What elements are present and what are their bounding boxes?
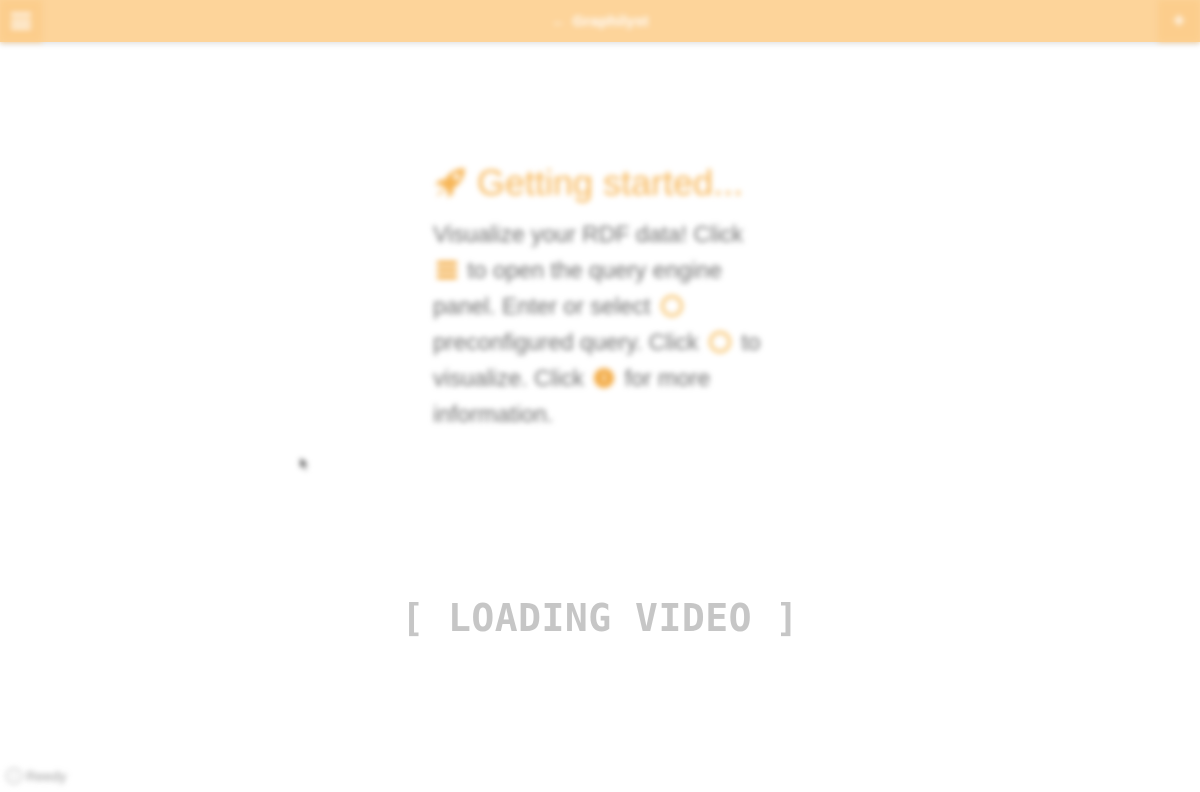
getting-started-heading: Getting started...	[433, 162, 768, 204]
loading-video-label: [ LOADING VIDEO ]	[401, 596, 799, 640]
arrow-left-icon: ←	[551, 12, 567, 30]
info-icon: i	[6, 768, 22, 784]
footer-label: Reedy	[26, 768, 67, 784]
rocket-icon	[435, 168, 465, 198]
top-bar: ← Graphilyst +	[0, 0, 1200, 42]
circle-outline-icon	[708, 330, 731, 353]
add-button[interactable]: +	[1158, 0, 1200, 42]
footer[interactable]: i Reedy	[6, 768, 66, 784]
getting-started-title: Getting started...	[477, 162, 744, 203]
circle-outline-icon	[660, 294, 683, 317]
brand-name: Graphilyst	[572, 12, 649, 30]
hamburger-icon	[437, 260, 457, 279]
plus-icon: +	[1173, 9, 1185, 32]
getting-started-text: Visualize your RDF data! Click to open t…	[433, 216, 768, 432]
brand[interactable]: ← Graphilyst	[0, 0, 1200, 42]
intro-text-3: preconfigured query. Click	[433, 329, 699, 355]
getting-started-panel: Getting started... Visualize your RDF da…	[433, 162, 768, 432]
info-circle-icon: i	[594, 367, 615, 388]
mouse-cursor-icon	[299, 456, 311, 472]
intro-text-1: Visualize your RDF data! Click	[433, 221, 744, 247]
